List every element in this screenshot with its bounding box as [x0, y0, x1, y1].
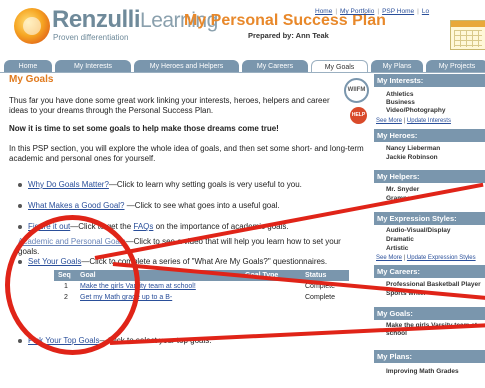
sidebar-item: Audio-Visual/Display	[386, 227, 485, 235]
section-heading: My Goals	[9, 74, 54, 85]
sidebar-item: Improving Math Grades	[386, 368, 485, 376]
page-header: RenzulliLearning Proven differentiation …	[0, 0, 485, 58]
intro-text: Thus far you have done some great work l…	[9, 96, 330, 115]
sidebar-item: Business	[386, 99, 485, 107]
now-text: Now it is time to set some goals to help…	[9, 124, 279, 133]
prepared-by: Prepared by: Ann Teak	[248, 31, 329, 40]
section-text: In this PSP section, you will explore th…	[9, 144, 364, 163]
sidebar-heading-interests: My Interests:	[374, 74, 485, 87]
update-interests-link[interactable]: Update Interests	[407, 118, 451, 124]
calendar-icon[interactable]	[450, 20, 485, 50]
update-expression-link[interactable]: Update Expression Styles	[407, 255, 476, 261]
psp-home-link[interactable]: PSP Home	[382, 8, 414, 15]
sidebar-heading-plans: My Plans:	[374, 350, 485, 363]
tab-divider	[0, 72, 485, 73]
sidebar-heading-careers: My Careers:	[374, 265, 485, 278]
sidebar-heading-expression: My Expression Styles:	[374, 212, 485, 225]
annotation-circle	[5, 215, 140, 355]
home-link[interactable]: Home	[315, 8, 332, 15]
row-type	[241, 281, 301, 292]
sidebar-heading-goals: My Goals:	[374, 307, 485, 320]
top-links: Home | My Portfolio | PSP Home | Lo	[315, 8, 430, 15]
help-icon[interactable]: HELP	[350, 107, 367, 124]
see-more-link[interactable]: See More	[376, 118, 402, 124]
brand-tagline: Proven differentiation	[53, 33, 129, 42]
swirl-logo-icon	[14, 8, 50, 44]
sidebar: My Interests: Athletics Business Video/P…	[374, 74, 485, 388]
why-goals-matter-link[interactable]: Why Do Goals Matter?	[28, 180, 109, 189]
wiifm-icon[interactable]: WIIFM	[344, 78, 369, 103]
sidebar-heading-heroes: My Heroes:	[374, 129, 485, 142]
faqs-link[interactable]: FAQs	[133, 222, 153, 231]
sidebar-item: Video/Photography	[386, 107, 485, 115]
sidebar-item: Dramatic	[386, 236, 485, 244]
sidebar-item: Athletics	[386, 91, 485, 99]
expression-links: See More | Update Expression Styles	[376, 255, 476, 261]
row-type	[241, 292, 301, 303]
sidebar-heading-helpers: My Helpers:	[374, 170, 485, 183]
good-goal-link[interactable]: What Makes a Good Goal?	[28, 201, 125, 210]
my-portfolio-link[interactable]: My Portfolio	[340, 8, 374, 15]
interests-links: See More | Update Interests	[376, 118, 451, 124]
see-more-link[interactable]: See More	[376, 255, 402, 261]
renzulli-logo[interactable]: RenzulliLearning Proven differentiation	[14, 6, 218, 46]
row-status: Complete	[305, 294, 335, 301]
sidebar-item: Jackie Robinson	[386, 154, 485, 162]
sidebar-item: Artistic	[386, 245, 485, 253]
sidebar-item: Nancy Lieberman	[386, 145, 485, 153]
logout-link[interactable]: Lo	[422, 8, 429, 15]
